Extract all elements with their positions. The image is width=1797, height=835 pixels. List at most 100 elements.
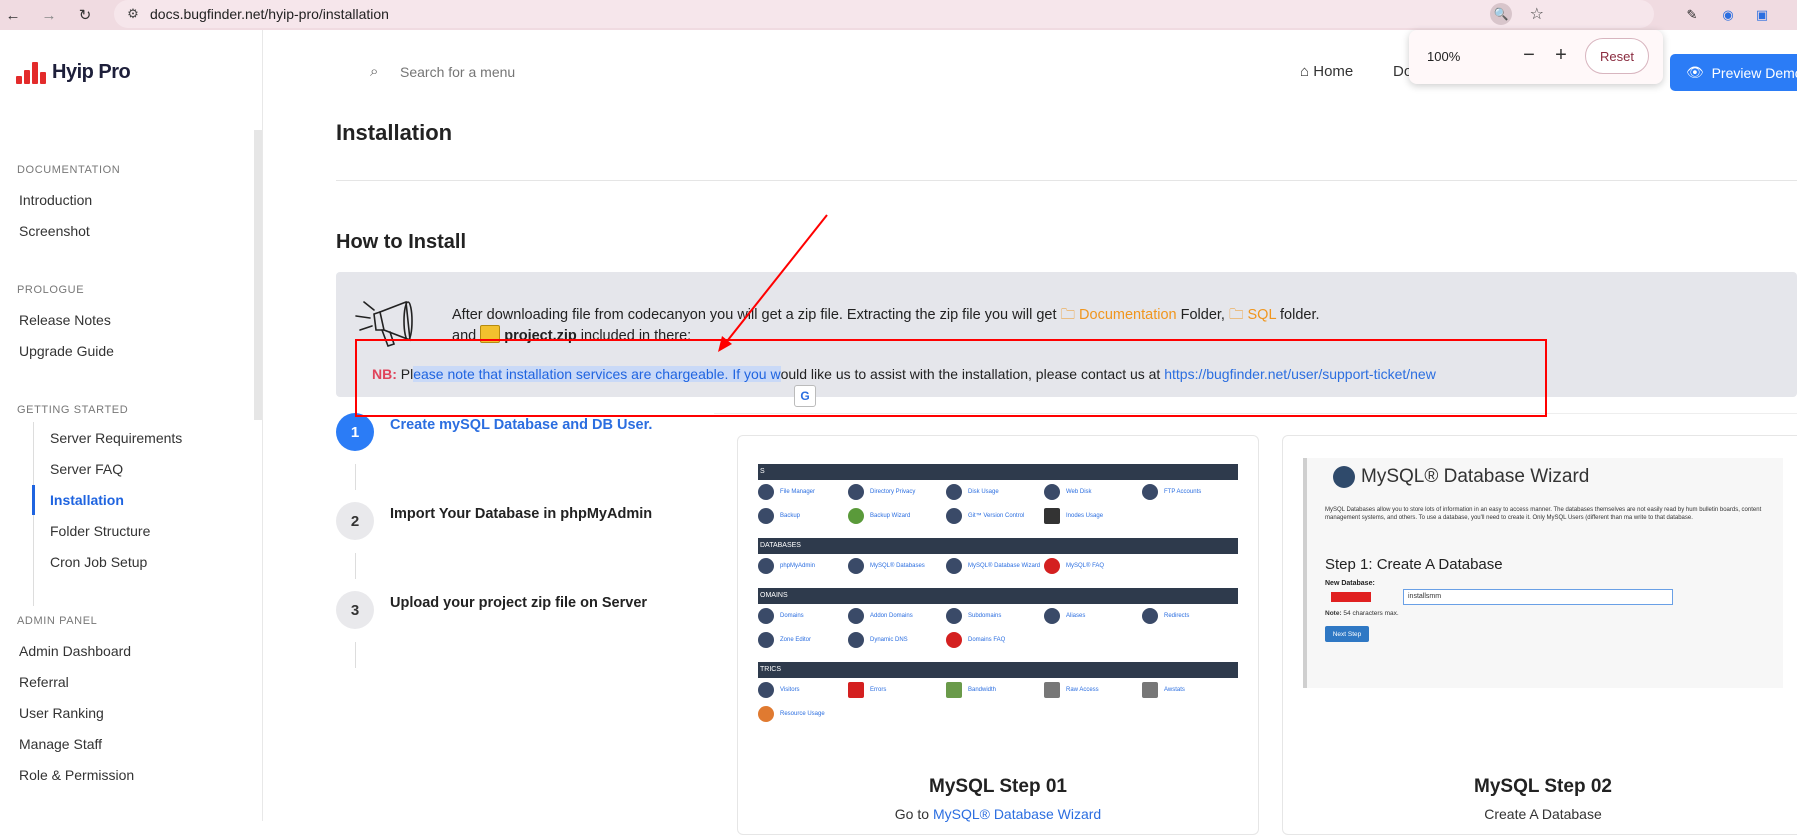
sidebar-scrollbar[interactable] [254,130,262,420]
step-1-label[interactable]: Create mySQL Database and DB User. [390,417,652,433]
zoom-in-button[interactable]: + [1549,43,1573,67]
step-connector [355,464,356,490]
zoom-reset-button[interactable]: Reset [1585,38,1649,74]
sidebar-item-admin-dashboard[interactable]: Admin Dashboard [19,643,131,659]
address-bar[interactable]: ⚙ docs.bugfinder.net/hyip-pro/installati… [114,0,1654,28]
cpanel-row: File Manager Directory Privacy Disk Usag… [758,484,1238,506]
wizard-step-title: Step 1: Create A Database [1325,556,1503,573]
cpanel-item: MySQL® FAQ [1044,558,1104,574]
cpanel-item: Aliases [1044,608,1085,624]
sidebar-item-server-faq[interactable]: Server FAQ [50,461,123,477]
logo-mark-icon [14,58,48,86]
fi-extension-icon[interactable]: ▣ [1752,5,1772,25]
forward-arrow-icon[interactable]: → [38,4,60,26]
cpanel-item: Subdomains [946,608,1001,624]
notice-text: folder. [1275,307,1320,323]
zoom-percentage: 100% [1427,49,1461,64]
divider [336,180,1797,181]
sidebar-item-user-ranking[interactable]: User Ranking [19,705,104,721]
step-connector [355,642,356,668]
redacted-prefix [1331,592,1371,602]
wizard-title: MySQL® Database Wizard [1333,466,1589,488]
cpanel-item: Raw Access [1044,682,1099,698]
cpanel-item: Backup Wizard [848,508,910,524]
step-3-badge[interactable]: 3 [336,591,374,629]
cpanel-item: MySQL® Database Wizard [946,558,1040,574]
sidebar: Hyip Pro DOCUMENTATION Introduction Scre… [0,30,263,821]
back-arrow-icon[interactable]: ← [2,4,24,26]
cpanel-item: Domains [758,608,804,624]
card-subtitle: Create A Database [1484,806,1602,822]
cpanel-row: Domains Addon Domains Subdomains Aliases… [758,608,1238,630]
step-1-badge[interactable]: 1 [336,413,374,451]
cpanel-item: Visitors [758,682,800,698]
sidebar-item-upgrade-guide[interactable]: Upgrade Guide [19,343,114,359]
bookmark-star-icon[interactable]: ☆ [1530,4,1544,24]
url-text[interactable]: docs.bugfinder.net/hyip-pro/installation [150,6,389,22]
sidebar-item-referral[interactable]: Referral [19,674,69,690]
search-icon: ⌕ [370,63,379,80]
sidebar-item-server-requirements[interactable]: Server Requirements [50,430,182,446]
folder-icon: 🗀 [1228,307,1248,323]
brand-logo[interactable]: Hyip Pro [14,58,131,86]
cpanel-item: Zone Editor [758,632,811,648]
eye-icon: 👁 [1686,64,1704,80]
card-title: MySQL Step 02 [1474,776,1612,797]
mysql-wizard-link[interactable]: MySQL® Database Wizard [933,806,1101,822]
cpanel-row: phpMyAdmin MySQL® Databases MySQL® Datab… [758,558,1238,580]
wizard-panel: MySQL® Database Wizard MySQL Databases a… [1303,458,1783,688]
step-2-badge[interactable]: 2 [336,502,374,540]
wizard-description: MySQL Databases allow you to store lots … [1325,507,1762,521]
notice-text: Folder, [1176,307,1229,323]
sidebar-item-screenshot[interactable]: Screenshot [19,223,90,239]
step-3-label[interactable]: Upload your project zip file on Server [390,595,647,611]
screen-capture-extension-icon[interactable]: ◉ [1718,5,1738,25]
browser-toolbar: ← → ↻ ⚙ docs.bugfinder.net/hyip-pro/inst… [0,0,1797,30]
cpanel-row: Backup Backup Wizard Git™ Version Contro… [758,508,1238,530]
cpanel-item: Awstats [1142,682,1185,698]
cpanel-item: Backup [758,508,800,524]
cpanel-section-bar: TRICS [758,662,1238,678]
search-input[interactable] [400,58,700,86]
mysql-step-01-card: S File Manager Directory Privacy Disk Us… [737,435,1259,835]
home-icon: ⌂ [1300,63,1310,80]
cpanel-item: Errors [848,682,886,698]
page-title: Installation [336,120,453,145]
preview-demo-label: Preview Demo [1711,64,1797,81]
zoom-magnifier-icon[interactable]: 🔍 [1490,3,1512,25]
sidebar-item-installation[interactable]: Installation [50,492,124,508]
section-title-getting-started: GETTING STARTED [17,404,129,416]
sidebar-item-release-notes[interactable]: Release Notes [19,312,111,328]
brand-name: Hyip Pro [52,60,131,83]
active-indicator [32,485,35,515]
cpanel-item: Directory Privacy [848,484,915,500]
reload-icon[interactable]: ↻ [74,4,96,26]
zoom-popup: 100% − + Reset [1409,30,1663,84]
sidebar-item-folder-structure[interactable]: Folder Structure [50,523,150,539]
home-link[interactable]: ⌂ Home [1300,63,1353,80]
step-connector [355,553,356,579]
cpanel-section-bar: S [758,464,1238,480]
zoom-out-button[interactable]: − [1517,43,1541,67]
cpanel-item: phpMyAdmin [758,558,815,574]
cpanel-item: File Manager [758,484,815,500]
notice-text: After downloading file from codecanyon y… [452,307,1061,323]
cpanel-item: Redirects [1142,608,1189,624]
database-icon [1333,466,1355,488]
cpanel-item: MySQL® Databases [848,558,925,574]
cpanel-item: Disk Usage [946,484,999,500]
sidebar-item-introduction[interactable]: Introduction [19,192,92,208]
cpanel-item: Bandwidth [946,682,996,698]
cpanel-item: Web Disk [1044,484,1092,500]
site-settings-icon[interactable]: ⚙ [124,5,142,23]
cpanel-row: Zone Editor Dynamic DNS Domains FAQ [758,632,1238,654]
sidebar-item-cron-job-setup[interactable]: Cron Job Setup [50,554,147,570]
section-title-admin-panel: ADMIN PANEL [17,615,98,627]
step-2-label[interactable]: Import Your Database in phpMyAdmin [390,506,652,522]
preview-demo-button[interactable]: 👁 Preview Demo [1670,54,1797,91]
sidebar-item-manage-staff[interactable]: Manage Staff [19,736,102,752]
sidebar-item-role-permission[interactable]: Role & Permission [19,767,134,783]
translate-icon[interactable]: G [794,385,816,407]
cpanel-item: Domains FAQ [946,632,1005,648]
eyedropper-extension-icon[interactable]: ✎ [1682,5,1702,25]
